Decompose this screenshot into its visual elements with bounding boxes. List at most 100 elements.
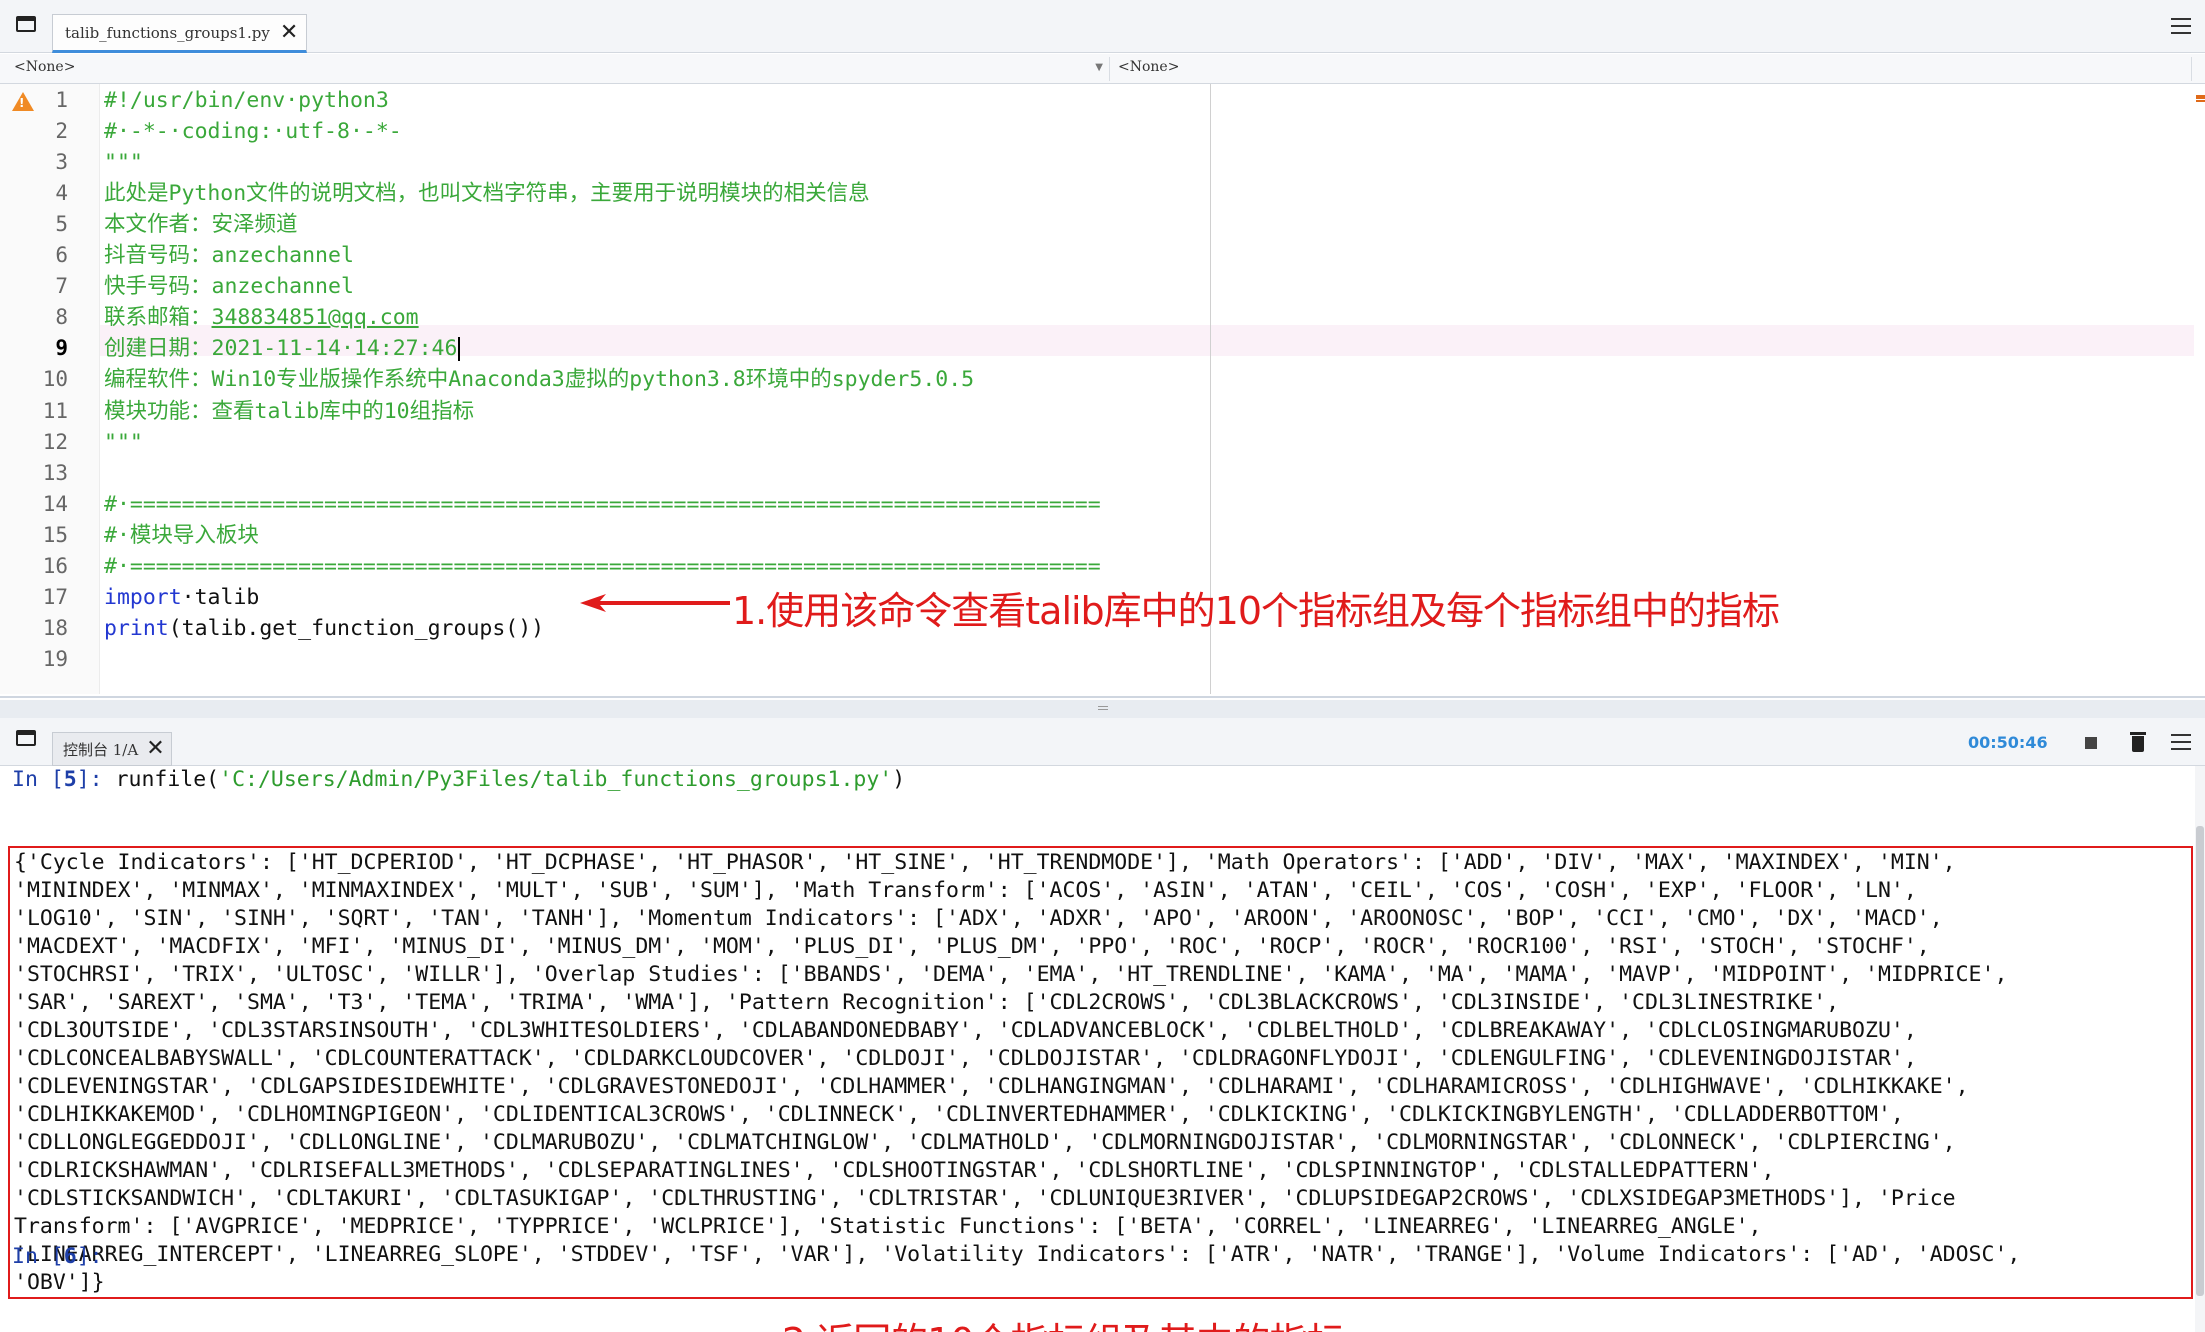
line-number: 7 xyxy=(55,274,68,298)
line-number: 19 xyxy=(42,647,68,671)
pane-window-icon[interactable] xyxy=(16,16,36,32)
code-line: 模块功能：查看talib库中的10组指标 xyxy=(104,396,474,427)
code-token: #·模块导入板块 xyxy=(104,523,259,548)
scrollbar-thumb[interactable] xyxy=(2196,826,2204,1296)
text-cursor xyxy=(458,337,461,361)
code-line: #·-*-·coding:·utf-8·-*- xyxy=(104,116,402,147)
line-number: 9 xyxy=(55,336,68,360)
output-line: 'MININDEX', 'MINMAX', 'MINMAXINDEX', 'MU… xyxy=(14,878,1917,903)
chevron-down-icon: ▼ xyxy=(1095,62,1103,73)
code-line: 创建日期：2021-11-14·14:27:46 xyxy=(104,333,461,364)
code-line: 本文作者：安泽频道 xyxy=(104,209,298,240)
code-token: 快手号码：anzechannel xyxy=(104,274,354,299)
function-selector-value: <None> xyxy=(1118,59,1180,75)
code-token: 此处是Python文件的说明文档，也叫文档字符串，主要用于说明模块的相关信息 xyxy=(104,181,870,206)
prompt-label: ]: xyxy=(76,1244,103,1269)
pane-splitter[interactable] xyxy=(0,700,2205,718)
code-line: #!/usr/bin/env·python3 xyxy=(104,85,389,116)
prompt-number: 5 xyxy=(63,767,77,792)
console-pane: 控制台 1/A ✕ 00:50:46 In [5]: runfile('C:/U… xyxy=(0,718,2205,1332)
tab-file[interactable]: talib_functions_groups1.py ✕ xyxy=(52,14,308,53)
code-line: #·======================================… xyxy=(104,551,1101,582)
output-line: 'CDLRICKSHAWMAN', 'CDLRISEFALL3METHODS',… xyxy=(14,1158,1775,1183)
line-number: 17 xyxy=(42,585,68,609)
code-line: print(talib.get_function_groups()) xyxy=(104,613,544,644)
line-number: 2 xyxy=(55,119,68,143)
console-tabbar: 控制台 1/A ✕ 00:50:46 xyxy=(0,718,2205,766)
code-line: 抖音号码：anzechannel xyxy=(104,240,354,271)
options-menu-icon[interactable] xyxy=(2171,734,2191,750)
console-output-area[interactable]: In [5]: runfile('C:/Users/Admin/Py3Files… xyxy=(0,766,2205,1332)
warning-icon-mark: ! xyxy=(19,96,25,110)
annotation-command: 1.使用该命令查看talib库中的10个指标组及每个指标组中的指标 xyxy=(732,589,1780,633)
class-selector-value: <None> xyxy=(14,59,76,75)
code-token: """ xyxy=(104,430,143,455)
code-token: 348834851@qq.com xyxy=(211,305,419,330)
editor-pane: talib_functions_groups1.py ✕ <None> ▼ <N… xyxy=(0,0,2205,698)
code-line: 此处是Python文件的说明文档，也叫文档字符串，主要用于说明模块的相关信息 xyxy=(104,178,870,209)
scrollbar-warning-marker xyxy=(2196,95,2205,99)
annotation-output: 2.返回的10个指标组及其中的指标 xyxy=(782,1311,1345,1332)
code-token: #·======================================… xyxy=(104,554,1101,579)
code-line: 编程软件：Win10专业版操作系统中Anaconda3虚拟的python3.8环… xyxy=(104,364,974,395)
code-token: #·======================================… xyxy=(104,492,1101,517)
line-number: 10 xyxy=(42,367,68,391)
output-line: 'OBV']} xyxy=(14,1270,105,1295)
output-line: {'Cycle Indicators': ['HT_DCPERIOD', 'HT… xyxy=(14,850,1956,875)
class-selector[interactable]: <None> ▼ xyxy=(8,57,1110,81)
stop-icon[interactable] xyxy=(2085,737,2097,749)
line-number: 3 xyxy=(55,150,68,174)
tab-console-label: 控制台 1/A xyxy=(63,740,139,759)
prompt-label: ]: xyxy=(76,767,116,792)
output-line: Transform': ['AVGPRICE', 'MEDPRICE', 'TY… xyxy=(14,1214,1762,1239)
code-token: 本文作者：安泽频道 xyxy=(104,212,298,237)
line-number: 11 xyxy=(42,399,68,423)
close-icon[interactable]: ✕ xyxy=(146,738,164,760)
line-number: 5 xyxy=(55,212,68,236)
close-icon[interactable]: ✕ xyxy=(280,21,298,44)
output-line: 'CDLSTICKSANDWICH', 'CDLTAKURI', 'CDLTAS… xyxy=(14,1186,1956,1211)
prompt-in-6[interactable]: In [6]: xyxy=(12,1243,103,1271)
function-selector[interactable]: <None> xyxy=(1112,57,2192,81)
prompt-label: In [ xyxy=(12,1244,64,1269)
code-token: #·-*-·coding:·utf-8·-*- xyxy=(104,119,402,144)
annotation-arrow xyxy=(580,594,730,612)
output-line: 'MACDEXT', 'MACDFIX', 'MFI', 'MINUS_DI',… xyxy=(14,934,1930,959)
command-string: 'C:/Users/Admin/Py3Files/talib_functions… xyxy=(219,767,893,792)
function-groups-output: {'Cycle Indicators': ['HT_DCPERIOD', 'HT… xyxy=(14,849,2189,1297)
trash-icon[interactable] xyxy=(2130,732,2146,752)
command-text: ) xyxy=(892,767,906,792)
code-token: 编程软件：Win10专业版操作系统中Anaconda3虚拟的python3.8环… xyxy=(104,367,975,392)
code-line: import·talib xyxy=(104,582,259,613)
line-number: 18 xyxy=(42,616,68,640)
code-token: #!/usr/bin/env·python3 xyxy=(104,88,389,113)
code-line: 快手号码：anzechannel xyxy=(104,271,354,302)
output-line: 'CDLEVENINGSTAR', 'CDLGAPSIDESIDEWHITE',… xyxy=(14,1074,1969,1099)
code-token: 创建日期：2021-11-14·14:27:46 xyxy=(104,336,458,361)
output-line: 'LINEARREG_INTERCEPT', 'LINEARREG_SLOPE'… xyxy=(14,1242,2021,1267)
line-number: 15 xyxy=(42,523,68,547)
prompt-label: In [ xyxy=(12,767,64,792)
line-number: 8 xyxy=(55,305,68,329)
code-token: 联系邮箱： xyxy=(104,305,212,330)
pane-window-icon[interactable] xyxy=(16,730,36,746)
output-line: 'CDLCONCEALBABYSWALL', 'CDLCOUNTERATTACK… xyxy=(14,1046,1917,1071)
code-token: 模块功能：查看talib库中的10组指标 xyxy=(104,399,475,424)
tab-file-label: talib_functions_groups1.py xyxy=(65,23,270,42)
code-line: """ xyxy=(104,147,143,178)
console-scrollbar[interactable] xyxy=(2195,766,2205,1332)
output-line: 'STOCHRSI', 'TRIX', 'ULTOSC', 'WILLR'], … xyxy=(14,962,2008,987)
code-token: """ xyxy=(104,150,143,175)
line-number: 16 xyxy=(42,554,68,578)
options-menu-icon[interactable] xyxy=(2171,18,2191,34)
line-number: 13 xyxy=(42,461,68,485)
code-token: (talib.get_function_groups()) xyxy=(168,616,545,641)
code-line: 联系邮箱：348834851@qq.com xyxy=(104,302,419,333)
tab-console[interactable]: 控制台 1/A ✕ xyxy=(52,732,172,766)
code-token: import xyxy=(104,585,182,610)
line-number: 12 xyxy=(42,430,68,454)
prompt-in-5: In [5]: runfile('C:/Users/Admin/Py3Files… xyxy=(12,766,905,794)
output-line: 'LOG10', 'SIN', 'SINH', 'SQRT', 'TAN', '… xyxy=(14,906,1943,931)
code-line: """ xyxy=(104,427,143,458)
splitter-grip[interactable] xyxy=(1098,706,1108,710)
